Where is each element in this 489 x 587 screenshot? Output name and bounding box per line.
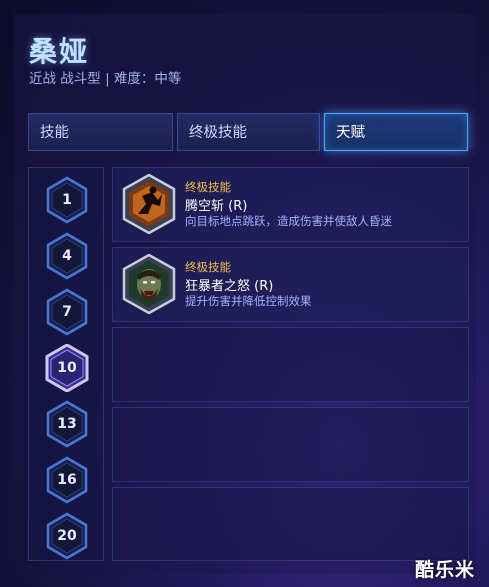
talent-tier-column: 1 4 7 10 13 16 20 bbox=[28, 167, 104, 561]
tier-button-7[interactable]: 7 bbox=[45, 288, 89, 336]
tab-abilities[interactable]: 技能 bbox=[28, 113, 173, 151]
tier-button-1[interactable]: 1 bbox=[45, 176, 89, 224]
hero-subtitle: 近战 战斗型 | 难度：中等 bbox=[29, 71, 182, 87]
talent-empty-slot-1 bbox=[112, 327, 469, 402]
tier-level-label: 16 bbox=[57, 472, 77, 488]
talent-category: 终极技能 bbox=[185, 180, 231, 194]
tier-level-label: 4 bbox=[62, 248, 72, 264]
berserker-rage-icon bbox=[122, 254, 176, 314]
tier-level-label: 10 bbox=[57, 360, 77, 376]
talent-option-2[interactable]: 终极技能 狂暴者之怒 (R) 提升伤害并降低控制效果 bbox=[112, 247, 469, 322]
tier-button-16[interactable]: 16 bbox=[45, 456, 89, 504]
tab-talents[interactable]: 天赋 bbox=[324, 113, 468, 151]
tier-level-label: 7 bbox=[62, 304, 72, 320]
talent-name: 狂暴者之怒 (R) bbox=[185, 279, 274, 294]
tier-level-label: 13 bbox=[57, 416, 77, 432]
talent-empty-slot-3 bbox=[112, 487, 469, 561]
tier-level-label: 20 bbox=[57, 528, 77, 544]
tier-button-10[interactable]: 10 bbox=[45, 344, 89, 392]
tier-button-13[interactable]: 13 bbox=[45, 400, 89, 448]
leap-attack-icon bbox=[122, 174, 176, 234]
talent-description: 提升伤害并降低控制效果 bbox=[185, 294, 312, 308]
talent-empty-slot-2 bbox=[112, 407, 469, 482]
talent-category: 终极技能 bbox=[185, 260, 231, 274]
watermark-logo: 酷乐米 bbox=[415, 559, 476, 581]
hero-name: 桑娅 bbox=[29, 35, 90, 68]
tab-heroic-abilities[interactable]: 终极技能 bbox=[177, 113, 320, 151]
tab-bar: 技能 终极技能 天赋 bbox=[28, 113, 468, 151]
tier-button-20[interactable]: 20 bbox=[45, 512, 89, 560]
talent-option-1[interactable]: 终极技能 腾空斩 (R) 向目标地点跳跃，造成伤害并使敌人昏迷 bbox=[112, 167, 469, 242]
tier-button-4[interactable]: 4 bbox=[45, 232, 89, 280]
talent-name: 腾空斩 (R) bbox=[185, 199, 248, 214]
talent-description: 向目标地点跳跃，造成伤害并使敌人昏迷 bbox=[185, 214, 392, 228]
tier-level-label: 1 bbox=[62, 192, 72, 208]
